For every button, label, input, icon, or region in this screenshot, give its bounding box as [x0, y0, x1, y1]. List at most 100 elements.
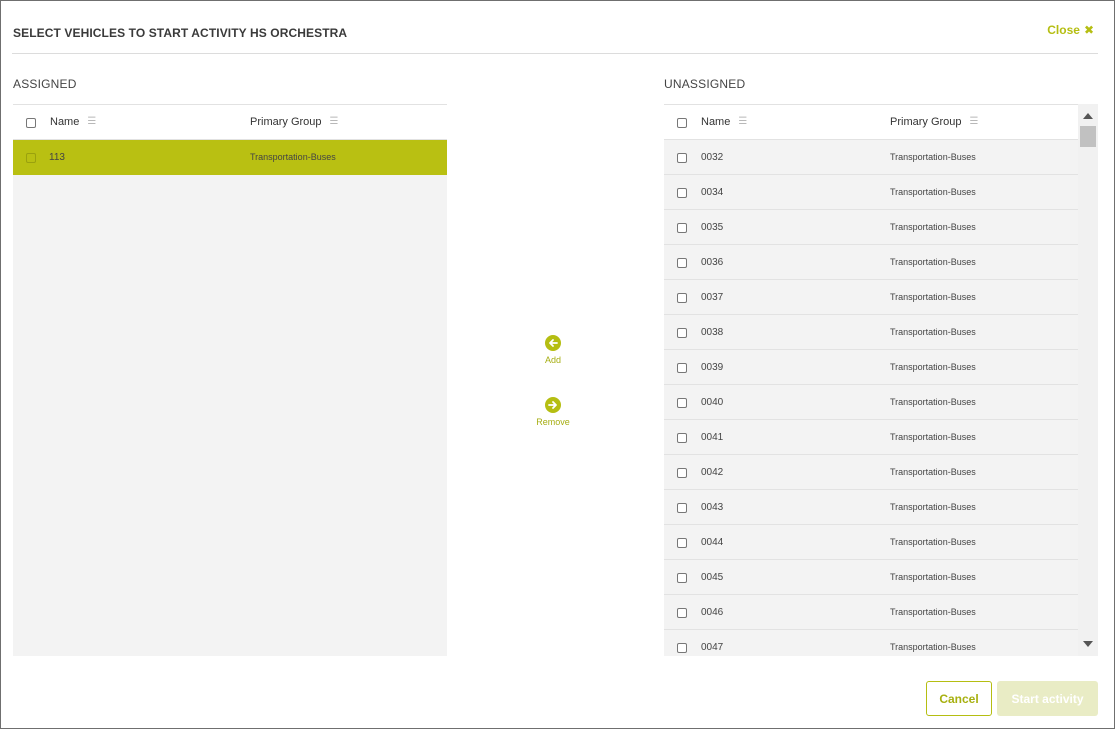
vehicle-name: 113: [49, 152, 65, 163]
primary-group: Transportation-Buses: [890, 502, 976, 512]
row-checkbox[interactable]: [677, 608, 687, 618]
vehicle-name: 0037: [701, 292, 724, 303]
add-label: Add: [544, 355, 561, 365]
remove-label: Remove: [536, 417, 570, 427]
table-row[interactable]: 0047 Transportation-Buses: [664, 630, 1078, 656]
assigned-select-all-checkbox[interactable]: [26, 118, 36, 128]
row-checkbox[interactable]: [677, 398, 687, 408]
row-checkbox[interactable]: [677, 538, 687, 548]
primary-group: Transportation-Buses: [890, 187, 976, 197]
table-row[interactable]: 0041 Transportation-Buses: [664, 420, 1078, 455]
table-row[interactable]: 0046 Transportation-Buses: [664, 595, 1078, 630]
scroll-down-arrow-icon[interactable]: [1083, 641, 1093, 647]
vehicle-name: 0046: [701, 607, 724, 618]
primary-group: Transportation-Buses: [890, 397, 976, 407]
dialog-title: SELECT VEHICLES TO START ACTIVITY HS ORC…: [13, 26, 348, 40]
unassigned-section-title: UNASSIGNED: [664, 77, 746, 91]
row-checkbox[interactable]: [677, 293, 687, 303]
column-menu-icon[interactable]: ☰: [738, 117, 747, 127]
row-checkbox[interactable]: [677, 503, 687, 513]
vehicle-name: 0045: [701, 572, 724, 583]
column-menu-icon[interactable]: ☰: [970, 117, 979, 127]
column-label: Primary Group: [250, 116, 322, 128]
assigned-group-column-header[interactable]: Primary Group ☰: [250, 116, 339, 128]
table-row[interactable]: 0035 Transportation-Buses: [664, 210, 1078, 245]
row-checkbox[interactable]: [677, 153, 687, 163]
table-row[interactable]: 0037 Transportation-Buses: [664, 280, 1078, 315]
remove-button[interactable]: Remove: [528, 397, 578, 427]
row-checkbox[interactable]: [677, 258, 687, 268]
table-row[interactable]: 113 Transportation-Buses: [13, 140, 447, 175]
column-menu-icon[interactable]: ☰: [330, 117, 339, 127]
vehicle-name: 0032: [701, 152, 724, 163]
row-checkbox[interactable]: [677, 223, 687, 233]
column-label: Primary Group: [890, 116, 962, 128]
column-label: Name: [701, 116, 731, 128]
primary-group: Transportation-Buses: [890, 537, 976, 547]
table-row[interactable]: 0044 Transportation-Buses: [664, 525, 1078, 560]
primary-group: Transportation-Buses: [890, 152, 976, 162]
primary-group: Transportation-Buses: [890, 607, 976, 617]
assigned-rows: 113 Transportation-Buses: [13, 140, 447, 175]
table-row[interactable]: 0045 Transportation-Buses: [664, 560, 1078, 595]
dialog-header: SELECT VEHICLES TO START ACTIVITY HS ORC…: [12, 1, 1098, 54]
primary-group: Transportation-Buses: [890, 642, 976, 652]
table-row[interactable]: 0032 Transportation-Buses: [664, 140, 1078, 175]
close-button[interactable]: Close ✖: [1047, 23, 1094, 37]
add-button[interactable]: Add: [528, 335, 578, 365]
start-activity-button[interactable]: Start activity: [997, 681, 1098, 716]
close-icon: ✖: [1083, 23, 1094, 37]
table-row[interactable]: 0038 Transportation-Buses: [664, 315, 1078, 350]
cancel-button[interactable]: Cancel: [926, 681, 992, 716]
unassigned-table-header: Name ☰ Primary Group ☰: [664, 104, 1078, 140]
primary-group: Transportation-Buses: [890, 572, 976, 582]
arrow-left-circle-icon: [545, 335, 561, 351]
primary-group: Transportation-Buses: [890, 292, 976, 302]
row-checkbox[interactable]: [677, 188, 687, 198]
table-row[interactable]: 0039 Transportation-Buses: [664, 350, 1078, 385]
vertical-scrollbar[interactable]: [1078, 104, 1098, 656]
arrow-right-circle-icon: [545, 397, 561, 413]
row-checkbox[interactable]: [677, 573, 687, 583]
row-checkbox[interactable]: [677, 468, 687, 478]
assigned-table-header: Name ☰ Primary Group ☰: [13, 104, 447, 140]
table-row[interactable]: 0040 Transportation-Buses: [664, 385, 1078, 420]
scrollbar-thumb[interactable]: [1080, 126, 1096, 147]
unassigned-select-all-checkbox[interactable]: [677, 118, 687, 128]
vehicle-name: 0038: [701, 327, 724, 338]
vehicle-name: 0040: [701, 397, 724, 408]
table-row[interactable]: 0034 Transportation-Buses: [664, 175, 1078, 210]
scroll-up-arrow-icon[interactable]: [1083, 113, 1093, 119]
vehicle-name: 0043: [701, 502, 724, 513]
unassigned-rows: 0032 Transportation-Buses 0034 Transportati…: [664, 140, 1078, 656]
row-checkbox[interactable]: [677, 433, 687, 443]
assigned-section-title: ASSIGNED: [13, 77, 77, 91]
vehicle-name: 0041: [701, 432, 724, 443]
assigned-name-column-header[interactable]: Name ☰: [50, 116, 96, 128]
row-checkbox[interactable]: [26, 153, 36, 163]
column-menu-icon[interactable]: ☰: [87, 117, 96, 127]
primary-group: Transportation-Buses: [890, 467, 976, 477]
table-row[interactable]: 0036 Transportation-Buses: [664, 245, 1078, 280]
unassigned-name-column-header[interactable]: Name ☰: [701, 116, 747, 128]
row-checkbox[interactable]: [677, 328, 687, 338]
vehicle-selection-dialog: SELECT VEHICLES TO START ACTIVITY HS ORC…: [0, 0, 1115, 729]
row-checkbox[interactable]: [677, 363, 687, 373]
column-label: Name: [50, 116, 80, 128]
row-checkbox[interactable]: [677, 643, 687, 653]
primary-group: Transportation-Buses: [890, 257, 976, 267]
assigned-table: Name ☰ Primary Group ☰ 113 Transportation…: [13, 104, 447, 656]
vehicle-name: 0034: [701, 187, 724, 198]
vehicle-name: 0047: [701, 642, 724, 653]
table-row[interactable]: 0043 Transportation-Buses: [664, 490, 1078, 525]
unassigned-group-column-header[interactable]: Primary Group ☰: [890, 116, 979, 128]
vehicle-name: 0039: [701, 362, 724, 373]
table-row[interactable]: 0042 Transportation-Buses: [664, 455, 1078, 490]
vehicle-name: 0035: [701, 222, 724, 233]
vehicle-name: 0036: [701, 257, 724, 268]
primary-group: Transportation-Buses: [890, 432, 976, 442]
primary-group: Transportation-Buses: [890, 362, 976, 372]
unassigned-table: Name ☰ Primary Group ☰ 0032 Transportatio…: [664, 104, 1098, 656]
close-label: Close: [1047, 23, 1080, 37]
vehicle-name: 0042: [701, 467, 724, 478]
